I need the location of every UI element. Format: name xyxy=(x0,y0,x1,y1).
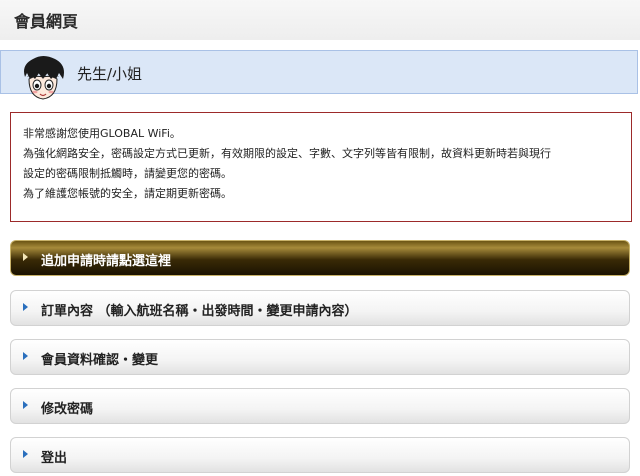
anime-boy-avatar-icon xyxy=(24,56,64,100)
menu-item-label: 修改密碼 xyxy=(41,402,94,417)
menu-item-label: 登出 xyxy=(41,451,68,466)
menu-item-add-application[interactable]: 追加申請時請點選這裡 xyxy=(10,240,630,276)
menu-item-label: 會員資料確認・變更 xyxy=(41,353,159,368)
page-title: 會員網頁 xyxy=(14,12,79,31)
arrow-right-icon xyxy=(23,253,28,261)
arrow-right-icon xyxy=(23,450,28,458)
menu-item-member-info[interactable]: 會員資料確認・變更 xyxy=(10,339,630,375)
page-header: 會員網頁 xyxy=(0,0,640,40)
arrow-right-icon xyxy=(23,303,28,311)
user-bar: 先生/小姐 xyxy=(0,50,638,100)
arrow-right-icon xyxy=(23,401,28,409)
notice-line: 為強化網路安全，密碼設定方式已更新，有效期限的設定、字數、文字列等皆有限制，故資… xyxy=(23,147,551,160)
menu-item-label: 追加申請時請點選這裡 xyxy=(41,254,172,269)
user-name: 先生/小姐 xyxy=(77,65,143,83)
menu-item-order-details[interactable]: 訂單內容 （輸入航班名稱・出發時間・變更申請內容） xyxy=(10,290,630,326)
menu-item-logout[interactable]: 登出 xyxy=(10,437,630,473)
notice-line: 非常感謝您使用GLOBAL WiFi。 xyxy=(23,127,181,140)
menu-item-label: 訂單內容 （輸入航班名稱・出發時間・變更申請內容） xyxy=(41,304,358,319)
notice-line: 為了維護您帳號的安全，請定期更新密碼。 xyxy=(23,187,232,200)
notice-box: 非常感謝您使用GLOBAL WiFi。 為強化網路安全，密碼設定方式已更新，有效… xyxy=(10,112,632,222)
menu-item-change-password[interactable]: 修改密碼 xyxy=(10,388,630,424)
notice-line: 設定的密碼限制抵觸時，請變更您的密碼。 xyxy=(23,167,232,180)
arrow-right-icon xyxy=(23,352,28,360)
